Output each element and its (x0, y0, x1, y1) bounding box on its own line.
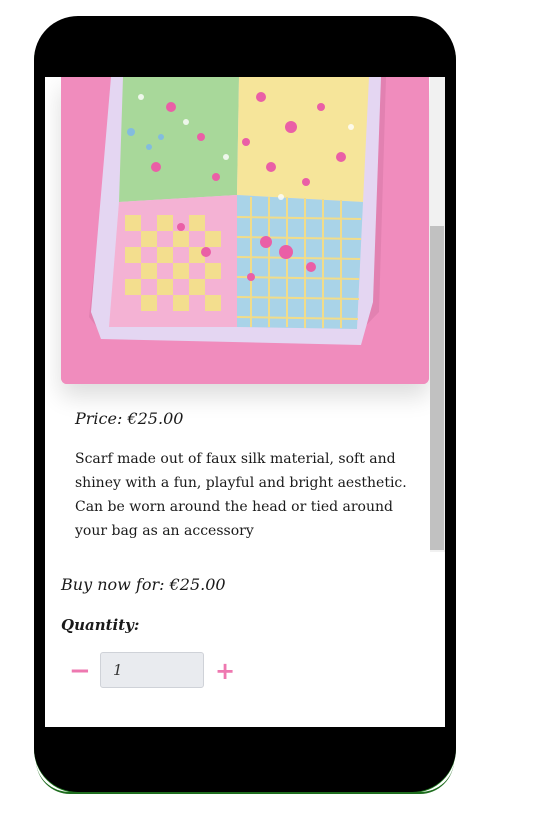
increment-button[interactable]: + (213, 657, 237, 685)
quantity-label: Quantity: (61, 616, 140, 634)
decrement-button[interactable]: − (69, 656, 91, 686)
scarf-image (61, 77, 429, 384)
product-price: Price: €25.00 (75, 409, 184, 428)
product-description: Scarf made out of faux silk material, so… (75, 451, 407, 539)
plus-icon: + (214, 657, 236, 685)
product-image (61, 77, 429, 384)
product-screen: Price: €25.00 Scarf made out of faux sil… (45, 77, 445, 727)
phone-frame-edge (36, 760, 454, 794)
scrollbar-thumb[interactable] (430, 226, 444, 550)
quantity-input[interactable] (100, 652, 204, 688)
buy-now-price: Buy now for: €25.00 (61, 575, 226, 594)
minus-icon: − (69, 656, 91, 686)
